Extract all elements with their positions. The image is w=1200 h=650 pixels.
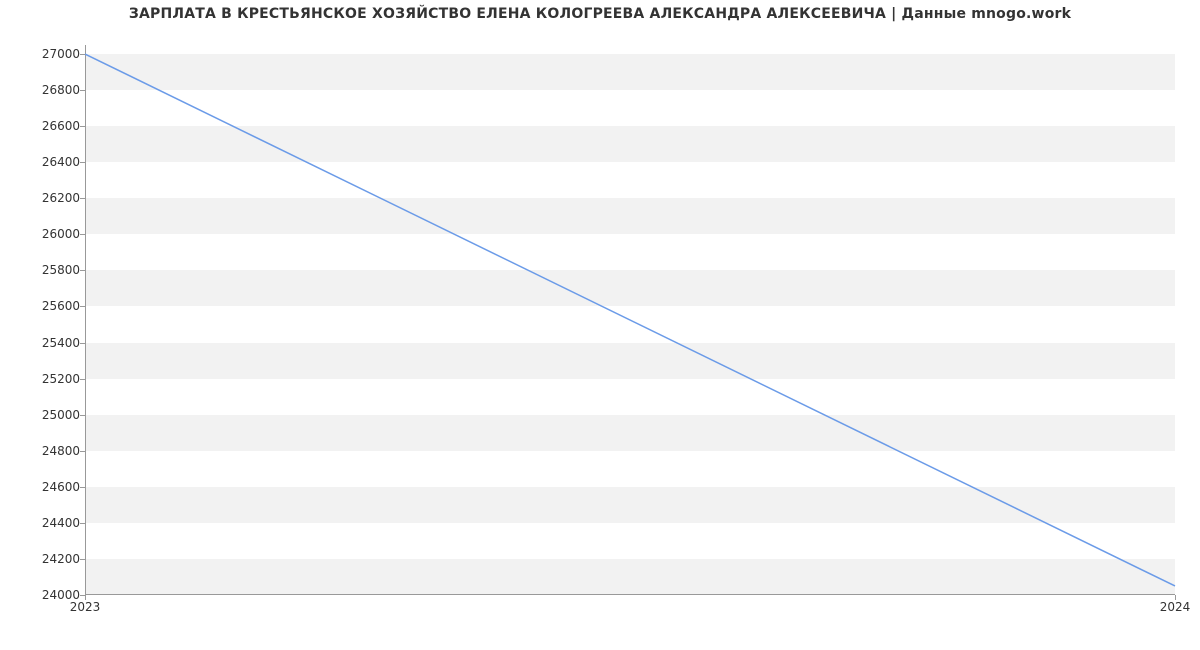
y-tick-label: 25200 bbox=[42, 372, 80, 386]
y-tick-label: 24600 bbox=[42, 480, 80, 494]
y-tick-mark bbox=[80, 126, 85, 127]
y-tick-label: 24200 bbox=[42, 552, 80, 566]
y-tick-mark bbox=[80, 523, 85, 524]
y-tick-label: 26000 bbox=[42, 227, 80, 241]
x-tick-mark bbox=[1175, 595, 1176, 600]
y-tick-label: 24400 bbox=[42, 516, 80, 530]
y-tick-mark bbox=[80, 270, 85, 271]
y-tick-mark bbox=[80, 90, 85, 91]
y-tick-mark bbox=[80, 198, 85, 199]
y-tick-label: 25400 bbox=[42, 336, 80, 350]
plot-area bbox=[85, 45, 1175, 595]
x-tick-mark bbox=[85, 595, 86, 600]
y-tick-label: 25800 bbox=[42, 263, 80, 277]
y-tick-mark bbox=[80, 54, 85, 55]
y-tick-mark bbox=[80, 415, 85, 416]
y-tick-label: 26800 bbox=[42, 83, 80, 97]
y-tick-label: 25000 bbox=[42, 408, 80, 422]
y-tick-mark bbox=[80, 379, 85, 380]
y-tick-label: 26200 bbox=[42, 191, 80, 205]
y-tick-mark bbox=[80, 234, 85, 235]
y-tick-label: 24800 bbox=[42, 444, 80, 458]
y-tick-label: 26600 bbox=[42, 119, 80, 133]
y-tick-label: 26400 bbox=[42, 155, 80, 169]
x-tick-label: 2023 bbox=[70, 600, 101, 614]
y-tick-label: 25600 bbox=[42, 299, 80, 313]
y-tick-mark bbox=[80, 559, 85, 560]
chart-container: ЗАРПЛАТА В КРЕСТЬЯНСКОЕ ХОЗЯЙСТВО ЕЛЕНА … bbox=[0, 0, 1200, 650]
series-line bbox=[85, 54, 1175, 586]
chart-title: ЗАРПЛАТА В КРЕСТЬЯНСКОЕ ХОЗЯЙСТВО ЕЛЕНА … bbox=[0, 6, 1200, 22]
y-tick-mark bbox=[80, 343, 85, 344]
y-tick-label: 27000 bbox=[42, 47, 80, 61]
line-layer bbox=[85, 45, 1175, 595]
y-tick-mark bbox=[80, 487, 85, 488]
x-tick-label: 2024 bbox=[1160, 600, 1191, 614]
y-tick-mark bbox=[80, 306, 85, 307]
y-tick-mark bbox=[80, 451, 85, 452]
y-tick-mark bbox=[80, 162, 85, 163]
